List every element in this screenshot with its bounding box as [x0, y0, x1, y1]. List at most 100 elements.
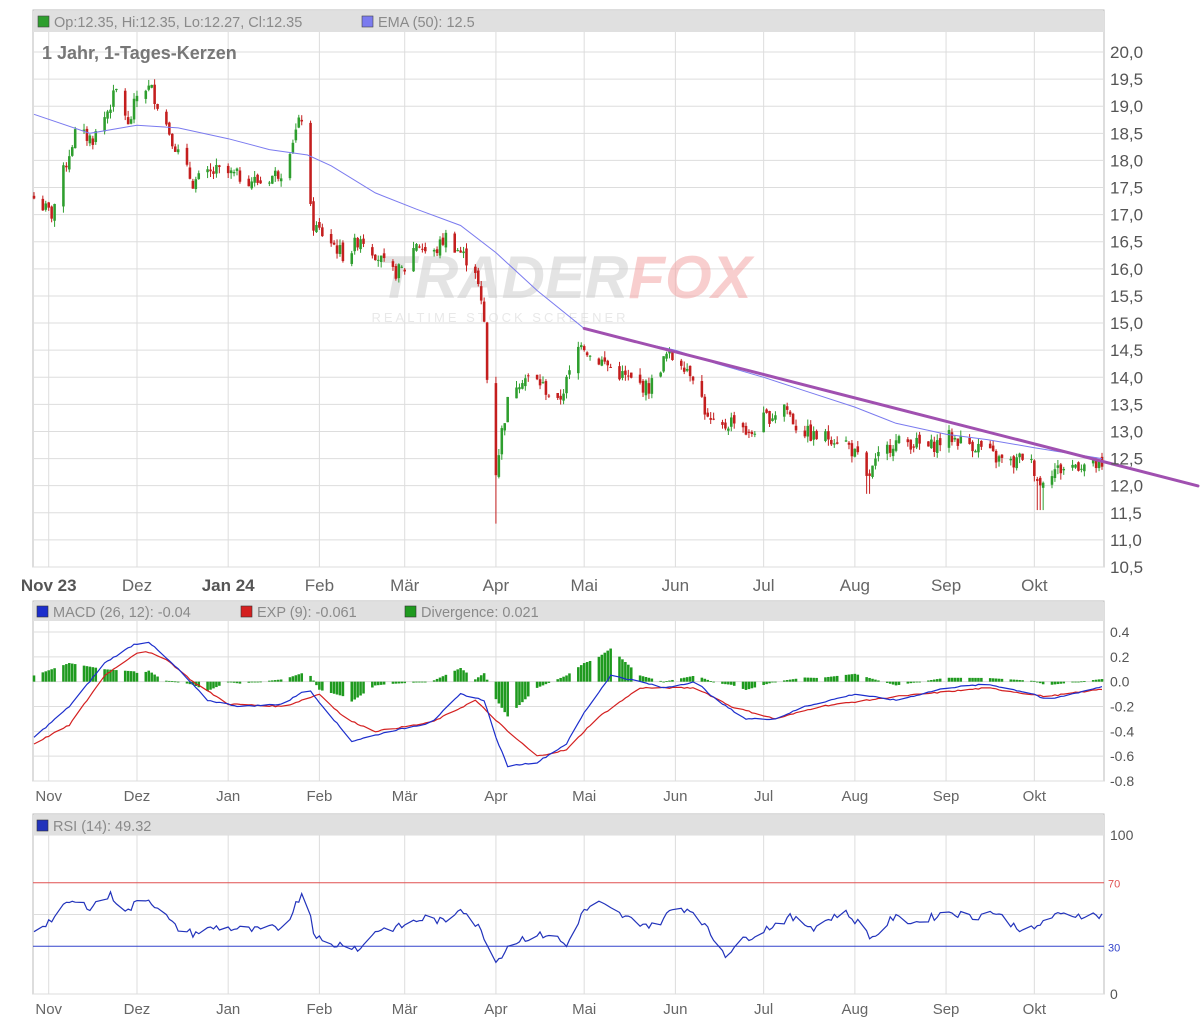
candle-up: [824, 431, 827, 441]
price-y-tick-label: 13,5: [1110, 395, 1143, 414]
divergence-bar: [415, 681, 418, 683]
divergence-bar: [435, 678, 439, 682]
divergence-bar: [559, 677, 562, 682]
divergence-bar: [332, 681, 336, 694]
divergence-bar: [782, 680, 786, 682]
candle-up: [147, 85, 151, 90]
divergence-bar: [115, 670, 118, 682]
divergence-bar: [276, 679, 280, 682]
divergence-bar: [853, 673, 857, 682]
candle-down: [191, 180, 195, 189]
candle-down: [65, 165, 68, 168]
divergence-bar: [238, 681, 242, 684]
rsi-y-tick-label: 100: [1110, 827, 1134, 843]
candle-down: [709, 418, 712, 420]
candle-down: [744, 425, 748, 435]
candle-down: [329, 233, 333, 244]
candle-down: [1033, 460, 1036, 476]
divergence-bar: [85, 666, 89, 682]
candle-down: [1077, 462, 1080, 471]
candle-down: [168, 122, 171, 135]
candle-down: [371, 247, 374, 256]
candle-up: [438, 239, 442, 256]
candle-down: [747, 431, 751, 433]
divergence-bar: [1091, 680, 1095, 682]
candle-down: [424, 247, 427, 252]
candle-up: [115, 88, 118, 91]
candle-up: [1074, 464, 1077, 468]
candle-down: [830, 439, 833, 445]
candle-down: [741, 423, 745, 428]
candle-up: [176, 149, 180, 153]
divergence-bar: [541, 681, 545, 686]
divergence-bar: [588, 660, 592, 682]
divergence-bar: [173, 681, 177, 683]
candle-down: [459, 250, 462, 253]
candle-down: [956, 438, 960, 446]
divergence-bar: [671, 679, 674, 682]
divergence-bar: [956, 677, 960, 682]
divergence-bar: [106, 669, 109, 682]
candle-down: [950, 432, 954, 443]
divergence-bar: [462, 670, 465, 682]
divergence-bar: [62, 665, 65, 682]
divergence-bar: [506, 681, 509, 717]
divergence-bar: [930, 679, 933, 682]
divergence-bar: [600, 654, 604, 682]
candle-up: [315, 225, 318, 233]
divergence-bar: [906, 681, 910, 684]
candle-down: [933, 441, 936, 452]
divergence-bar: [535, 681, 539, 688]
candle-down: [835, 442, 839, 444]
ema-legend-label: EMA (50): 12.5: [378, 15, 475, 31]
candle-down: [788, 411, 792, 415]
candle-down: [185, 147, 189, 165]
candle-up: [685, 368, 689, 371]
rsi-y-tick-label: 0: [1110, 986, 1118, 1002]
candle-down: [1059, 464, 1063, 474]
divergence-bar: [791, 679, 795, 682]
candle-down: [647, 383, 651, 394]
macd-y-tick-label: 0.0: [1110, 674, 1130, 690]
candle-up: [891, 448, 895, 457]
candle-down: [980, 440, 983, 447]
divergence-bar: [597, 656, 601, 682]
divergence-bar: [403, 681, 406, 684]
divergence-bar: [465, 672, 468, 682]
price-y-tick-label: 11,5: [1110, 504, 1142, 523]
macd-y-tick-label: -0.4: [1110, 723, 1134, 739]
divergence-legend-swatch: [404, 605, 417, 618]
candle-up: [727, 428, 730, 431]
divergence-bar: [1074, 681, 1077, 683]
candle-up: [518, 387, 521, 390]
stock-chart: TRADERFOX REALTIME STOCK SCREENER Op:12.…: [21, 9, 1200, 1018]
divergence-bar: [356, 681, 359, 698]
divergence-bar: [391, 681, 395, 684]
candle-up: [135, 95, 139, 102]
divergence-bar: [959, 677, 963, 682]
price-y-axis: 20,0 19,5 19,0 18,5 18,0 17,5 17,0 16,5 16,0 15,5…: [1110, 43, 1143, 577]
candle-up: [782, 404, 786, 417]
candle-up: [662, 356, 665, 372]
candle-up: [106, 111, 109, 119]
candle-down: [312, 201, 315, 231]
divergence-bar: [1018, 679, 1021, 682]
divergence-bar: [991, 678, 995, 682]
candle-down: [32, 195, 36, 199]
candle-down: [724, 422, 727, 429]
divergence-bar: [309, 675, 312, 682]
candle-down: [629, 372, 633, 378]
candle-up: [853, 448, 857, 457]
divergence-bar: [497, 681, 501, 704]
price-y-tick-label: 18,0: [1110, 151, 1143, 170]
divergence-bar: [988, 678, 992, 682]
divergence-bar: [685, 677, 689, 682]
candle-down: [374, 254, 377, 261]
candle-down: [300, 119, 304, 122]
macd-x-tick-label: Nov: [35, 788, 62, 805]
divergence-bar: [312, 680, 315, 682]
candle-down: [556, 393, 559, 398]
divergence-bar: [835, 675, 839, 682]
candle-down: [485, 322, 489, 380]
rsi-y-tick-label: 30: [1108, 942, 1120, 954]
